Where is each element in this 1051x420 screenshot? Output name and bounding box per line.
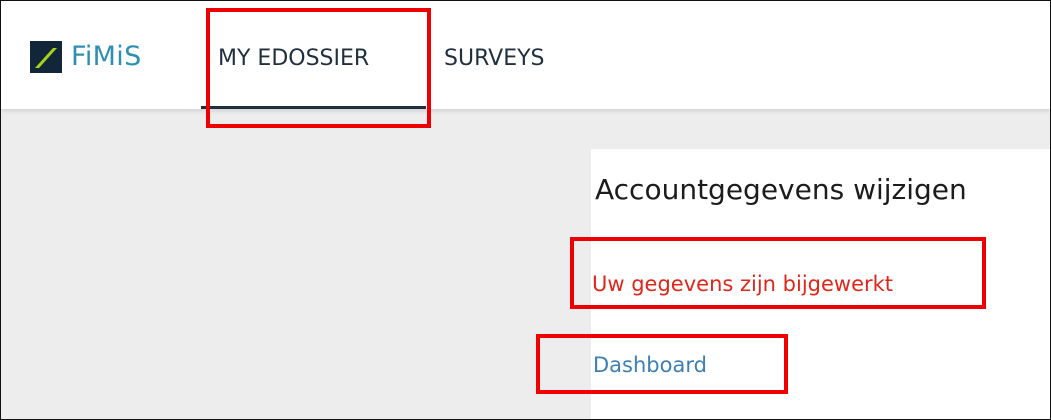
- top-navigation-bar: FiMiS MY EDOSSIER SURVEYS: [1, 1, 1050, 109]
- app-frame: FiMiS MY EDOSSIER SURVEYS Accountgegeven…: [0, 0, 1051, 420]
- fimis-logo-icon: [30, 41, 62, 73]
- page-title: Accountgegevens wijzigen: [595, 173, 967, 206]
- nav-my-edossier[interactable]: MY EDOSSIER: [218, 45, 369, 73]
- dashboard-link[interactable]: Dashboard: [593, 351, 707, 379]
- brand-name: FiMiS: [71, 41, 142, 72]
- active-tab-indicator: [201, 106, 426, 109]
- nav-surveys[interactable]: SURVEYS: [444, 45, 545, 73]
- fimis-logo[interactable]: FiMiS: [30, 41, 142, 73]
- status-message: Uw gegevens zijn bijgewerkt: [592, 272, 894, 296]
